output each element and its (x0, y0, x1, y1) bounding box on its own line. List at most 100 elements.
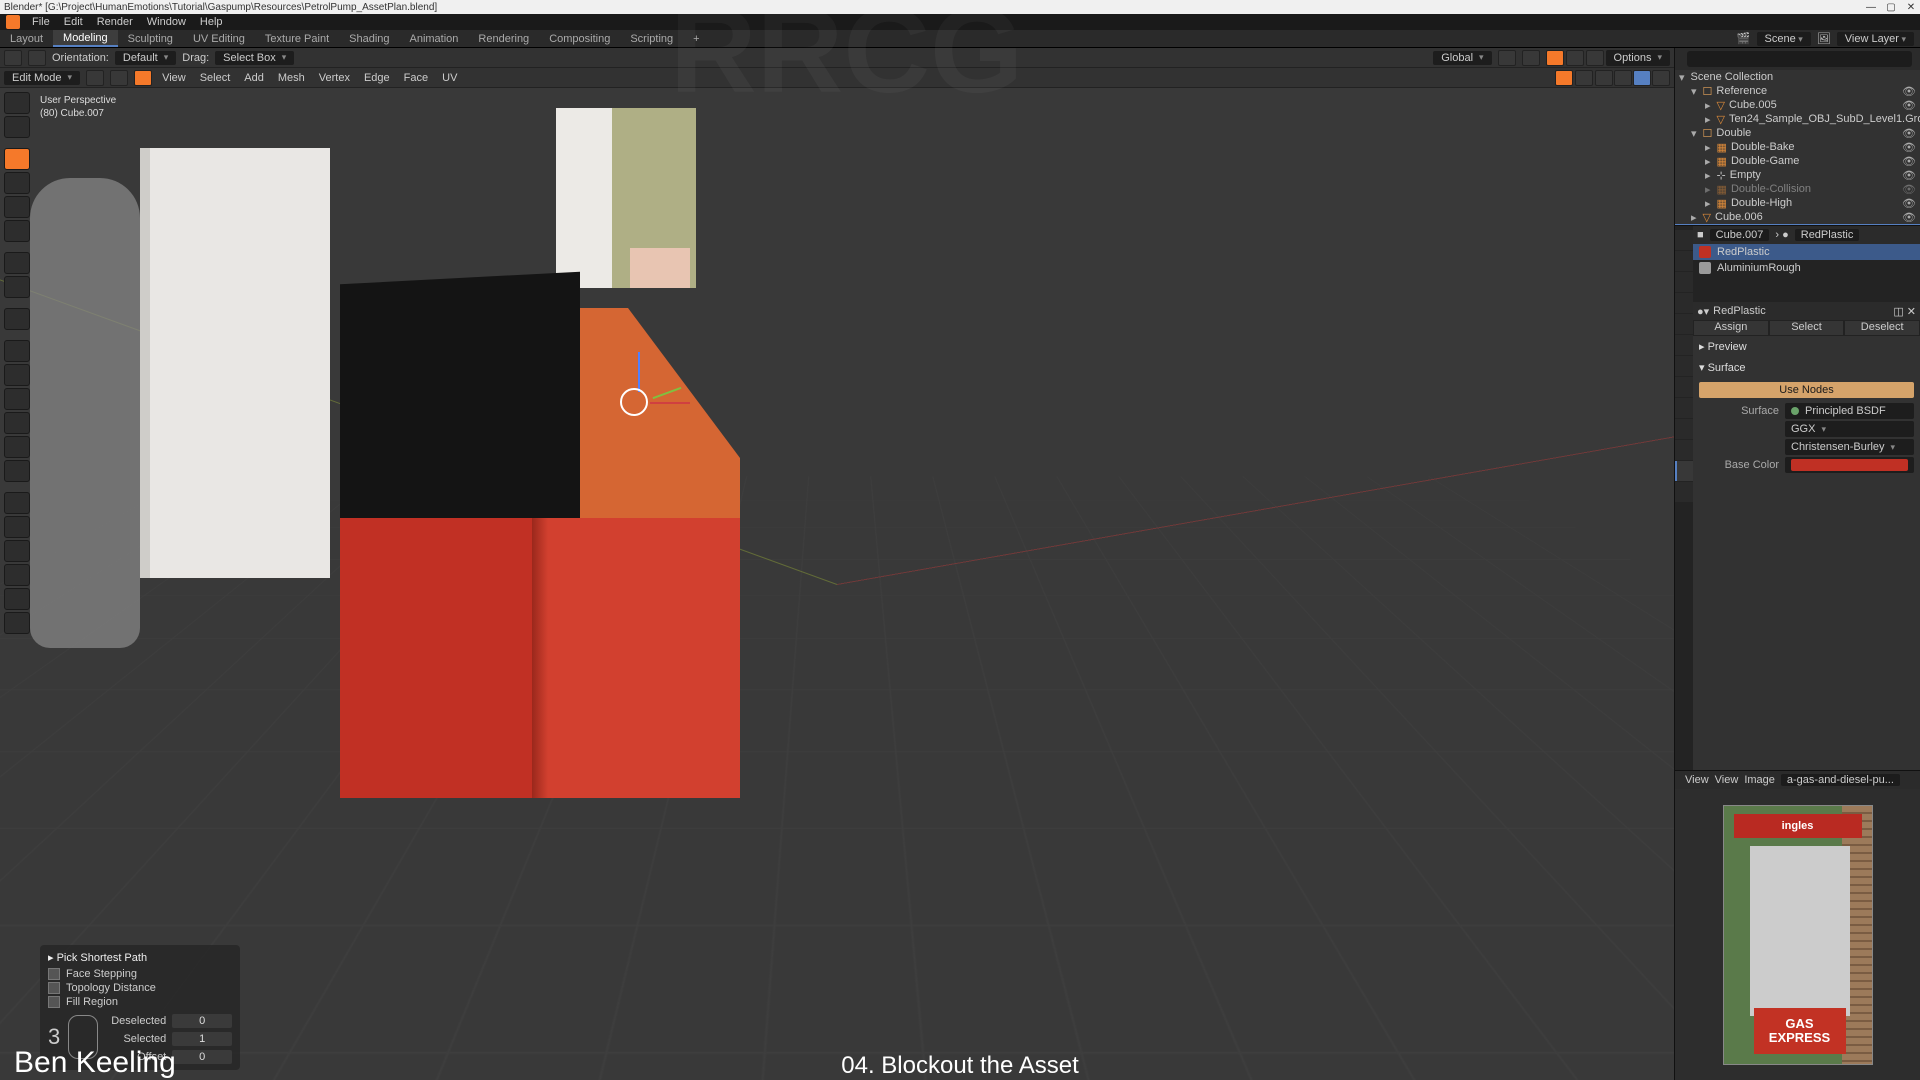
preview-section-header[interactable]: ▸ Preview (1699, 338, 1914, 355)
tool-move[interactable] (4, 148, 30, 170)
imgeditor-menu-image[interactable]: Image (1744, 774, 1775, 786)
overlay-gizmo-y[interactable] (1566, 50, 1584, 66)
viewlayer-dropdown[interactable]: View Layer (1837, 32, 1914, 46)
tool-add-cube[interactable] (4, 308, 30, 330)
tool-transform[interactable] (4, 220, 30, 242)
outliner-collection-double[interactable]: ☐Double👁 (1675, 126, 1920, 140)
surface-section-header[interactable]: ▾ Surface (1699, 359, 1914, 376)
material-slot-list[interactable]: RedPlastic AluminiumRough (1693, 244, 1920, 302)
shading-rendered[interactable] (1652, 70, 1670, 86)
maximize-button[interactable]: ▢ (1886, 2, 1896, 13)
viewport-menu-add[interactable]: Add (240, 72, 268, 84)
cb-face-stepping[interactable] (48, 968, 60, 980)
select-button[interactable]: Select (1769, 320, 1845, 336)
tab-scripting[interactable]: Scripting (620, 30, 683, 47)
proptab-material[interactable] (1675, 461, 1693, 481)
manip-z-axis[interactable] (638, 352, 640, 392)
proptab-viewlayer[interactable] (1675, 272, 1693, 292)
tool-select-box[interactable] (4, 92, 30, 114)
material-name-field[interactable]: RedPlastic (1713, 305, 1766, 317)
breadcrumb-material[interactable]: RedPlastic (1795, 229, 1860, 241)
viewport-menu-select[interactable]: Select (196, 72, 235, 84)
tool-smooth[interactable] (4, 516, 30, 538)
ggx-dropdown[interactable]: GGX (1785, 421, 1914, 437)
tool-shear[interactable] (4, 588, 30, 610)
tab-shading[interactable]: Shading (339, 30, 399, 47)
shading-matprev[interactable] (1633, 70, 1651, 86)
deselect-button[interactable]: Deselect (1844, 320, 1920, 336)
outliner-search-input[interactable] (1687, 51, 1912, 67)
proptab-modifiers[interactable] (1675, 356, 1693, 376)
vertex-select-icon[interactable] (86, 70, 104, 86)
menu-render[interactable]: Render (91, 14, 139, 30)
use-nodes-button[interactable]: Use Nodes (1699, 382, 1914, 398)
tab-compositing[interactable]: Compositing (539, 30, 620, 47)
proptab-scene[interactable] (1675, 293, 1693, 313)
tab-rendering[interactable]: Rendering (468, 30, 539, 47)
outliner-item[interactable]: ▽Ten24_Sample_OBJ_SubD_Level1.Group1👁 (1675, 112, 1920, 126)
tab-sculpting[interactable]: Sculpting (118, 30, 183, 47)
menu-help[interactable]: Help (194, 14, 229, 30)
manip-y-axis[interactable] (653, 387, 682, 399)
surface-shader-field[interactable]: Principled BSDF (1785, 403, 1914, 419)
outliner-item-hidden[interactable]: ▦Double-Collision👁 (1675, 182, 1920, 196)
outliner-collection-reference[interactable]: ☐Reference👁 (1675, 84, 1920, 98)
viewport-menu-view[interactable]: View (158, 72, 190, 84)
proptab-render[interactable] (1675, 230, 1693, 250)
basecolor-field[interactable] (1785, 457, 1914, 473)
tab-uv-editing[interactable]: UV Editing (183, 30, 255, 47)
row-offset-value[interactable]: 0 (172, 1050, 232, 1064)
proptab-object[interactable] (1675, 335, 1693, 355)
image-name-dropdown[interactable]: a-gas-and-diesel-pu... (1781, 774, 1900, 786)
proptab-physics[interactable] (1675, 398, 1693, 418)
imgeditor-menu-view[interactable]: View (1685, 774, 1709, 786)
viewport-menu-edge[interactable]: Edge (360, 72, 394, 84)
shading-wireframe[interactable] (1595, 70, 1613, 86)
edge-select-icon[interactable] (110, 70, 128, 86)
manip-x-axis[interactable] (650, 402, 690, 404)
outliner-item-active[interactable]: ▽Cube.007👁 (1675, 224, 1920, 225)
tool-inset[interactable] (4, 364, 30, 386)
options-dropdown[interactable]: Options (1606, 50, 1670, 66)
viewport-menu-uv[interactable]: UV (438, 72, 461, 84)
cursor-tool-icon[interactable] (4, 50, 22, 66)
sss-dropdown[interactable]: Christensen-Burley (1785, 439, 1914, 455)
tool-scale[interactable] (4, 196, 30, 218)
assign-button[interactable]: Assign (1693, 320, 1769, 336)
move-tool-icon[interactable] (28, 50, 46, 66)
drag-dropdown[interactable]: Select Box (215, 51, 294, 65)
menu-file[interactable]: File (26, 14, 56, 30)
viewport-menu-mesh[interactable]: Mesh (274, 72, 309, 84)
orientation-dropdown[interactable]: Default (115, 51, 176, 65)
proptab-constraints[interactable] (1675, 419, 1693, 439)
tool-spin[interactable] (4, 492, 30, 514)
transform-space-dropdown[interactable]: Global (1433, 51, 1491, 65)
menu-edit[interactable]: Edit (58, 14, 89, 30)
tool-cursor[interactable] (4, 116, 30, 138)
tab-layout[interactable]: Layout (0, 30, 53, 47)
tab-texture-paint[interactable]: Texture Paint (255, 30, 339, 47)
tool-annotate[interactable] (4, 252, 30, 274)
face-select-icon[interactable] (134, 70, 152, 86)
tool-polybuild[interactable] (4, 460, 30, 482)
viewport-menu-vertex[interactable]: Vertex (315, 72, 354, 84)
manip-center[interactable] (620, 388, 648, 416)
outliner-item[interactable]: ▽Cube.006👁 (1675, 210, 1920, 224)
tool-knife[interactable] (4, 436, 30, 458)
tool-shrink[interactable] (4, 564, 30, 586)
tool-bevel[interactable] (4, 388, 30, 410)
tab-add[interactable]: + (683, 30, 709, 47)
overlay-gizmo-z[interactable] (1586, 50, 1604, 66)
outliner-item[interactable]: ▦Double-Game👁 (1675, 154, 1920, 168)
tool-loopcut[interactable] (4, 412, 30, 434)
close-button[interactable]: ✕ (1906, 2, 1916, 13)
cb-fill-region[interactable] (48, 996, 60, 1008)
snap-toggle[interactable] (1498, 50, 1516, 66)
row-deselected-value[interactable]: 0 (172, 1014, 232, 1028)
outliner-item-empty[interactable]: ⊹Empty👁 (1675, 168, 1920, 182)
tool-extrude[interactable] (4, 340, 30, 362)
proptab-mesh[interactable] (1675, 440, 1693, 460)
tab-modeling[interactable]: Modeling (53, 30, 118, 47)
tool-measure[interactable] (4, 276, 30, 298)
proptab-world[interactable] (1675, 314, 1693, 334)
